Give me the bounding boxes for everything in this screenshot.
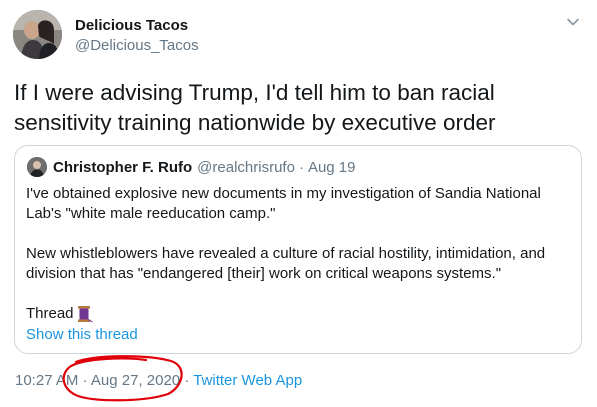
quoted-author-handle: @realchrisrufo <box>197 158 295 176</box>
author-display-name[interactable]: Delicious Tacos <box>75 16 199 36</box>
quoted-author-avatar <box>27 157 47 177</box>
quoted-tweet-header: Christopher F. Rufo @realchrisrufo · Aug… <box>27 157 355 177</box>
tweet: Delicious Tacos @Delicious_Tacos If I we… <box>0 0 597 407</box>
author-handle[interactable]: @Delicious_Tacos <box>75 36 199 56</box>
quoted-tweet[interactable]: Christopher F. Rufo @realchrisrufo · Aug… <box>14 145 582 354</box>
quoted-paragraph: I've obtained explosive new documents in… <box>26 185 541 222</box>
tweet-date[interactable]: Aug 27, 2020 <box>91 372 180 389</box>
source-link[interactable]: Twitter Web App <box>193 372 302 389</box>
tweet-footer: 10:27 AM · Aug 27, 2020 · Twitter Web Ap… <box>15 372 302 389</box>
tweet-time[interactable]: 10:27 AM <box>15 372 78 389</box>
footer-separator: · <box>180 372 194 389</box>
quoted-date: Aug 19 <box>307 158 356 176</box>
show-thread-link[interactable]: Show this thread <box>26 326 138 343</box>
quoted-paragraph: New whistleblowers have revealed a cultu… <box>26 245 546 282</box>
quoted-thread-label: Thread <box>26 305 74 322</box>
quoted-tweet-body: I've obtained explosive new documents in… <box>26 184 571 324</box>
tweet-text: If I were advising Trump, I'd tell him t… <box>14 80 496 135</box>
quoted-author-name: Christopher F. Rufo <box>53 158 193 176</box>
quoted-thread-line: Thread <box>26 304 571 324</box>
chevron-down-icon[interactable] <box>565 14 581 30</box>
author-block[interactable]: Delicious Tacos @Delicious_Tacos <box>75 16 199 56</box>
spool-of-thread-icon <box>75 305 93 323</box>
author-avatar[interactable] <box>13 10 62 59</box>
footer-separator: · <box>78 372 91 389</box>
quoted-separator: · <box>298 158 304 176</box>
